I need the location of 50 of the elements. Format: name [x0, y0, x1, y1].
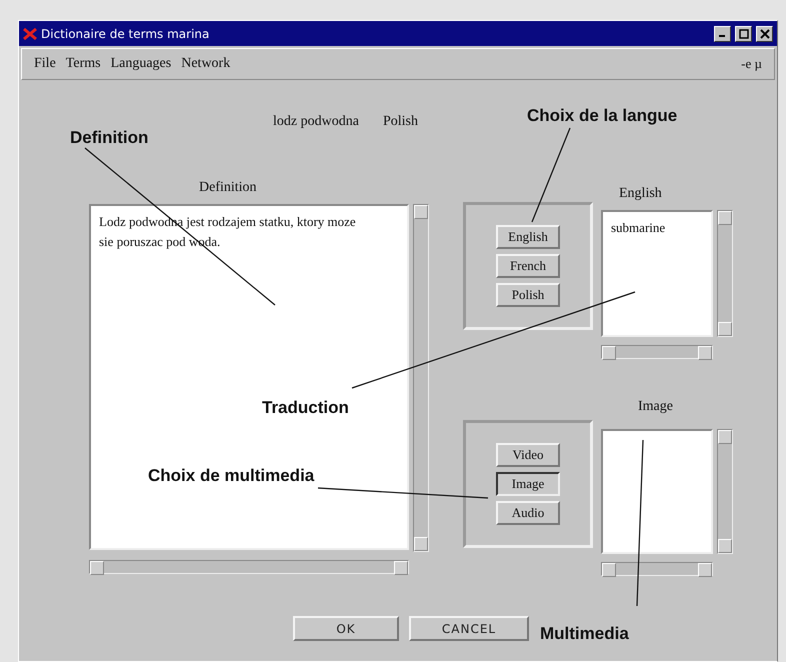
scroll-left-button[interactable]: [602, 346, 616, 360]
scroll-up-button[interactable]: [718, 430, 732, 444]
scroll-right-button[interactable]: [698, 563, 712, 577]
media-button[interactable]: Image: [496, 472, 560, 496]
callout-label: Choix de multimedia: [148, 466, 314, 486]
scroll-right-button[interactable]: [394, 561, 408, 575]
scroll-down-button[interactable]: [414, 537, 428, 551]
vertical-scrollbar[interactable]: [717, 210, 733, 337]
menu-indicator: -e µ: [741, 56, 762, 72]
media-button[interactable]: Audio: [496, 501, 560, 525]
scroll-left-button[interactable]: [602, 563, 616, 577]
current-language: Polish: [382, 114, 418, 130]
menu-item[interactable]: Languages: [110, 56, 172, 72]
language-button[interactable]: English: [496, 225, 560, 249]
translation-list[interactable]: submarine: [601, 210, 713, 337]
menu-item[interactable]: Network: [181, 56, 230, 72]
menu-item[interactable]: Terms: [66, 56, 101, 72]
language-button[interactable]: Polish: [496, 283, 560, 307]
scroll-up-button[interactable]: [718, 211, 732, 225]
menu-item[interactable]: File: [34, 56, 56, 72]
horizontal-scrollbar[interactable]: [601, 562, 713, 576]
app-icon: [23, 28, 37, 40]
horizontal-scrollbar[interactable]: [89, 560, 409, 574]
translation-label: English: [619, 186, 663, 203]
scroll-up-button[interactable]: [414, 205, 428, 219]
callout-label: Multimedia: [540, 624, 629, 644]
callout-label: Definition: [70, 128, 148, 148]
scroll-right-button[interactable]: [698, 346, 712, 360]
definition-label: Definition: [199, 180, 258, 197]
current-term: lodz podwodna: [273, 114, 359, 130]
minimize-button[interactable]: [714, 26, 731, 42]
cancel-button[interactable]: CANCEL: [409, 616, 529, 641]
callout-label: Choix de la langue: [527, 106, 678, 126]
language-button[interactable]: French: [496, 254, 560, 278]
window-title: Dictionaire de terms marina: [41, 26, 210, 40]
scroll-left-button[interactable]: [90, 561, 104, 575]
close-icon: [760, 28, 770, 38]
list-item[interactable]: submarine: [611, 218, 703, 238]
callout-label: Traduction: [262, 398, 349, 418]
scroll-down-button[interactable]: [718, 322, 732, 336]
media-label: Image: [638, 399, 674, 416]
media-button[interactable]: Video: [496, 443, 560, 467]
ok-button[interactable]: OK: [293, 616, 399, 641]
scroll-down-button[interactable]: [718, 539, 732, 553]
vertical-scrollbar[interactable]: [717, 429, 733, 554]
vertical-scrollbar[interactable]: [413, 204, 429, 552]
maximize-icon: [738, 28, 748, 38]
close-button[interactable]: [756, 26, 773, 42]
horizontal-scrollbar[interactable]: [601, 345, 713, 359]
maximize-button[interactable]: [735, 26, 752, 42]
